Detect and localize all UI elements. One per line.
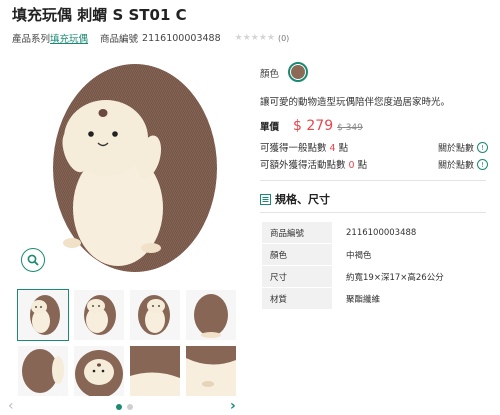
general-points-prefix: 可獲得一般點數 (260, 143, 327, 154)
series-label: 產品系列 (12, 34, 51, 45)
table-row: 尺寸 約寬19×深17×高26公分 (262, 265, 484, 288)
event-points-prefix: 可額外獲得活動點數 (260, 160, 346, 171)
gallery-pagination (116, 404, 133, 410)
chevron-left-icon[interactable]: ‹ (8, 398, 14, 414)
about-points-label: 關於點數 (438, 144, 475, 154)
table-row: 顏色 中褐色 (262, 243, 484, 266)
spec-value: 聚酯纖維 (332, 287, 484, 310)
original-price: $ 349 (337, 123, 363, 133)
product-description: 讓可愛的動物造型玩偶陪伴您度過居家時光。 (260, 97, 451, 108)
event-points: 可額外獲得活動點數 0 點 (260, 157, 367, 171)
spec-value: 中褐色 (332, 243, 484, 266)
page-title: 填充玩偶 刺蝟 S ST01 C (12, 6, 187, 24)
general-points-value: 4 (329, 143, 336, 154)
divider (260, 212, 486, 213)
table-row: 材質 聚酯纖維 (262, 287, 484, 310)
about-points-label: 關於點數 (438, 161, 475, 171)
spec-key: 顏色 (262, 243, 332, 266)
thumbnail-2[interactable] (74, 290, 124, 340)
page-dot-1[interactable] (116, 404, 122, 410)
spec-table: 商品編號 2116100003488 顏色 中褐色 尺寸 約寬19×深17×高2… (262, 222, 484, 310)
spec-key: 商品編號 (262, 222, 332, 244)
product-meta: 產品系列 填充玩偶 商品編號 2116100003488 ★★★★★ (0) (12, 31, 289, 46)
review-count[interactable]: (0) (278, 34, 289, 43)
code-label: 商品編號 (100, 34, 139, 45)
spec-key: 尺寸 (262, 265, 332, 288)
page-dot-2[interactable] (127, 404, 133, 410)
price-label: 單價 (260, 122, 280, 133)
thumbnail-4[interactable] (186, 290, 236, 340)
about-points-link-2[interactable]: 關於點數! (438, 158, 489, 171)
product-code: 2116100003488 (142, 32, 221, 44)
product-main-image[interactable] (14, 50, 246, 282)
chevron-right-icon[interactable]: › (230, 398, 236, 414)
color-label: 顏色 (260, 69, 280, 80)
thumbnail-7[interactable] (130, 346, 180, 396)
price-row: 單價 $ 279 $ 349 (260, 118, 363, 134)
spec-key: 材質 (262, 287, 332, 310)
about-points-link-1[interactable]: 關於點數! (438, 141, 489, 154)
info-icon: ! (477, 159, 489, 170)
spec-value: 2116100003488 (332, 222, 484, 244)
spec-heading: 規格、尺寸 (260, 191, 330, 207)
thumbnail-8[interactable] (186, 346, 236, 396)
zoom-button[interactable] (21, 248, 45, 272)
event-points-value: 0 (348, 160, 355, 171)
color-swatch[interactable] (288, 62, 308, 82)
series-link[interactable]: 填充玩偶 (50, 31, 88, 45)
general-points: 可獲得一般點數 4 點 (260, 140, 348, 154)
spec-list-icon (260, 193, 271, 205)
table-row: 商品編號 2116100003488 (262, 222, 484, 244)
spec-heading-text: 規格、尺寸 (275, 193, 330, 206)
price: $ 279 (293, 118, 334, 134)
thumbnail-6[interactable] (74, 346, 124, 396)
color-swatch-fill (291, 65, 305, 79)
rating-stars: ★★★★★ (234, 33, 275, 43)
thumbnail-5[interactable] (18, 346, 68, 396)
general-points-suffix: 點 (338, 143, 349, 154)
search-icon (27, 254, 39, 266)
thumbnail-3[interactable] (130, 290, 180, 340)
spec-value: 約寬19×深17×高26公分 (332, 265, 484, 288)
thumbnail-1[interactable] (17, 289, 69, 341)
divider (260, 180, 486, 181)
info-icon: ! (477, 142, 489, 153)
event-points-suffix: 點 (357, 160, 368, 171)
